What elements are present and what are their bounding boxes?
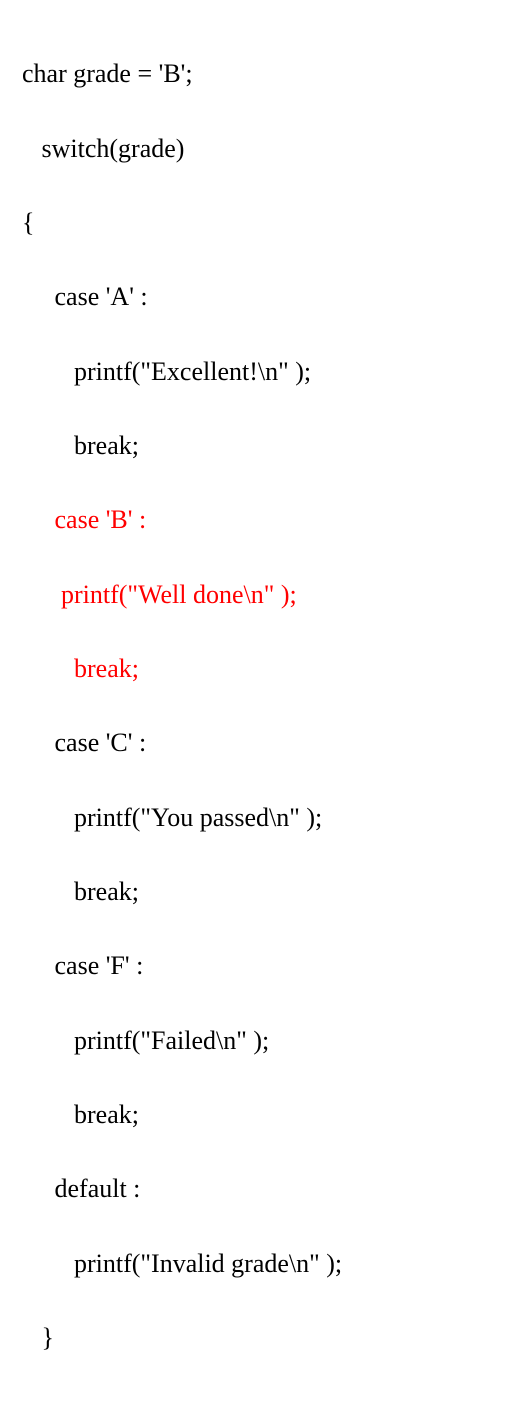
code-line-highlighted: break;	[22, 650, 488, 687]
code-line: {	[22, 204, 488, 241]
code-line: break;	[22, 1096, 488, 1133]
code-line: printf("You passed\n" );	[22, 799, 488, 836]
code-line-highlighted: printf("Well done\n" );	[22, 576, 488, 613]
code-line: case 'A' :	[22, 278, 488, 315]
code-line: default :	[22, 1170, 488, 1207]
code-line: break;	[22, 873, 488, 910]
code-line: break;	[22, 427, 488, 464]
code-line: switch(grade)	[22, 130, 488, 167]
code-line: }	[22, 1319, 488, 1356]
code-line: case 'F' :	[22, 947, 488, 984]
code-line: printf("Excellent!\n" );	[22, 353, 488, 390]
code-snippet: char grade = 'B'; switch(grade) { case '…	[22, 18, 488, 1393]
code-line: printf("Failed\n" );	[22, 1022, 488, 1059]
code-line: case 'C' :	[22, 724, 488, 761]
code-line: printf("Invalid grade\n" );	[22, 1245, 488, 1282]
code-line-highlighted: case 'B' :	[22, 501, 488, 538]
code-line: char grade = 'B';	[22, 55, 488, 92]
